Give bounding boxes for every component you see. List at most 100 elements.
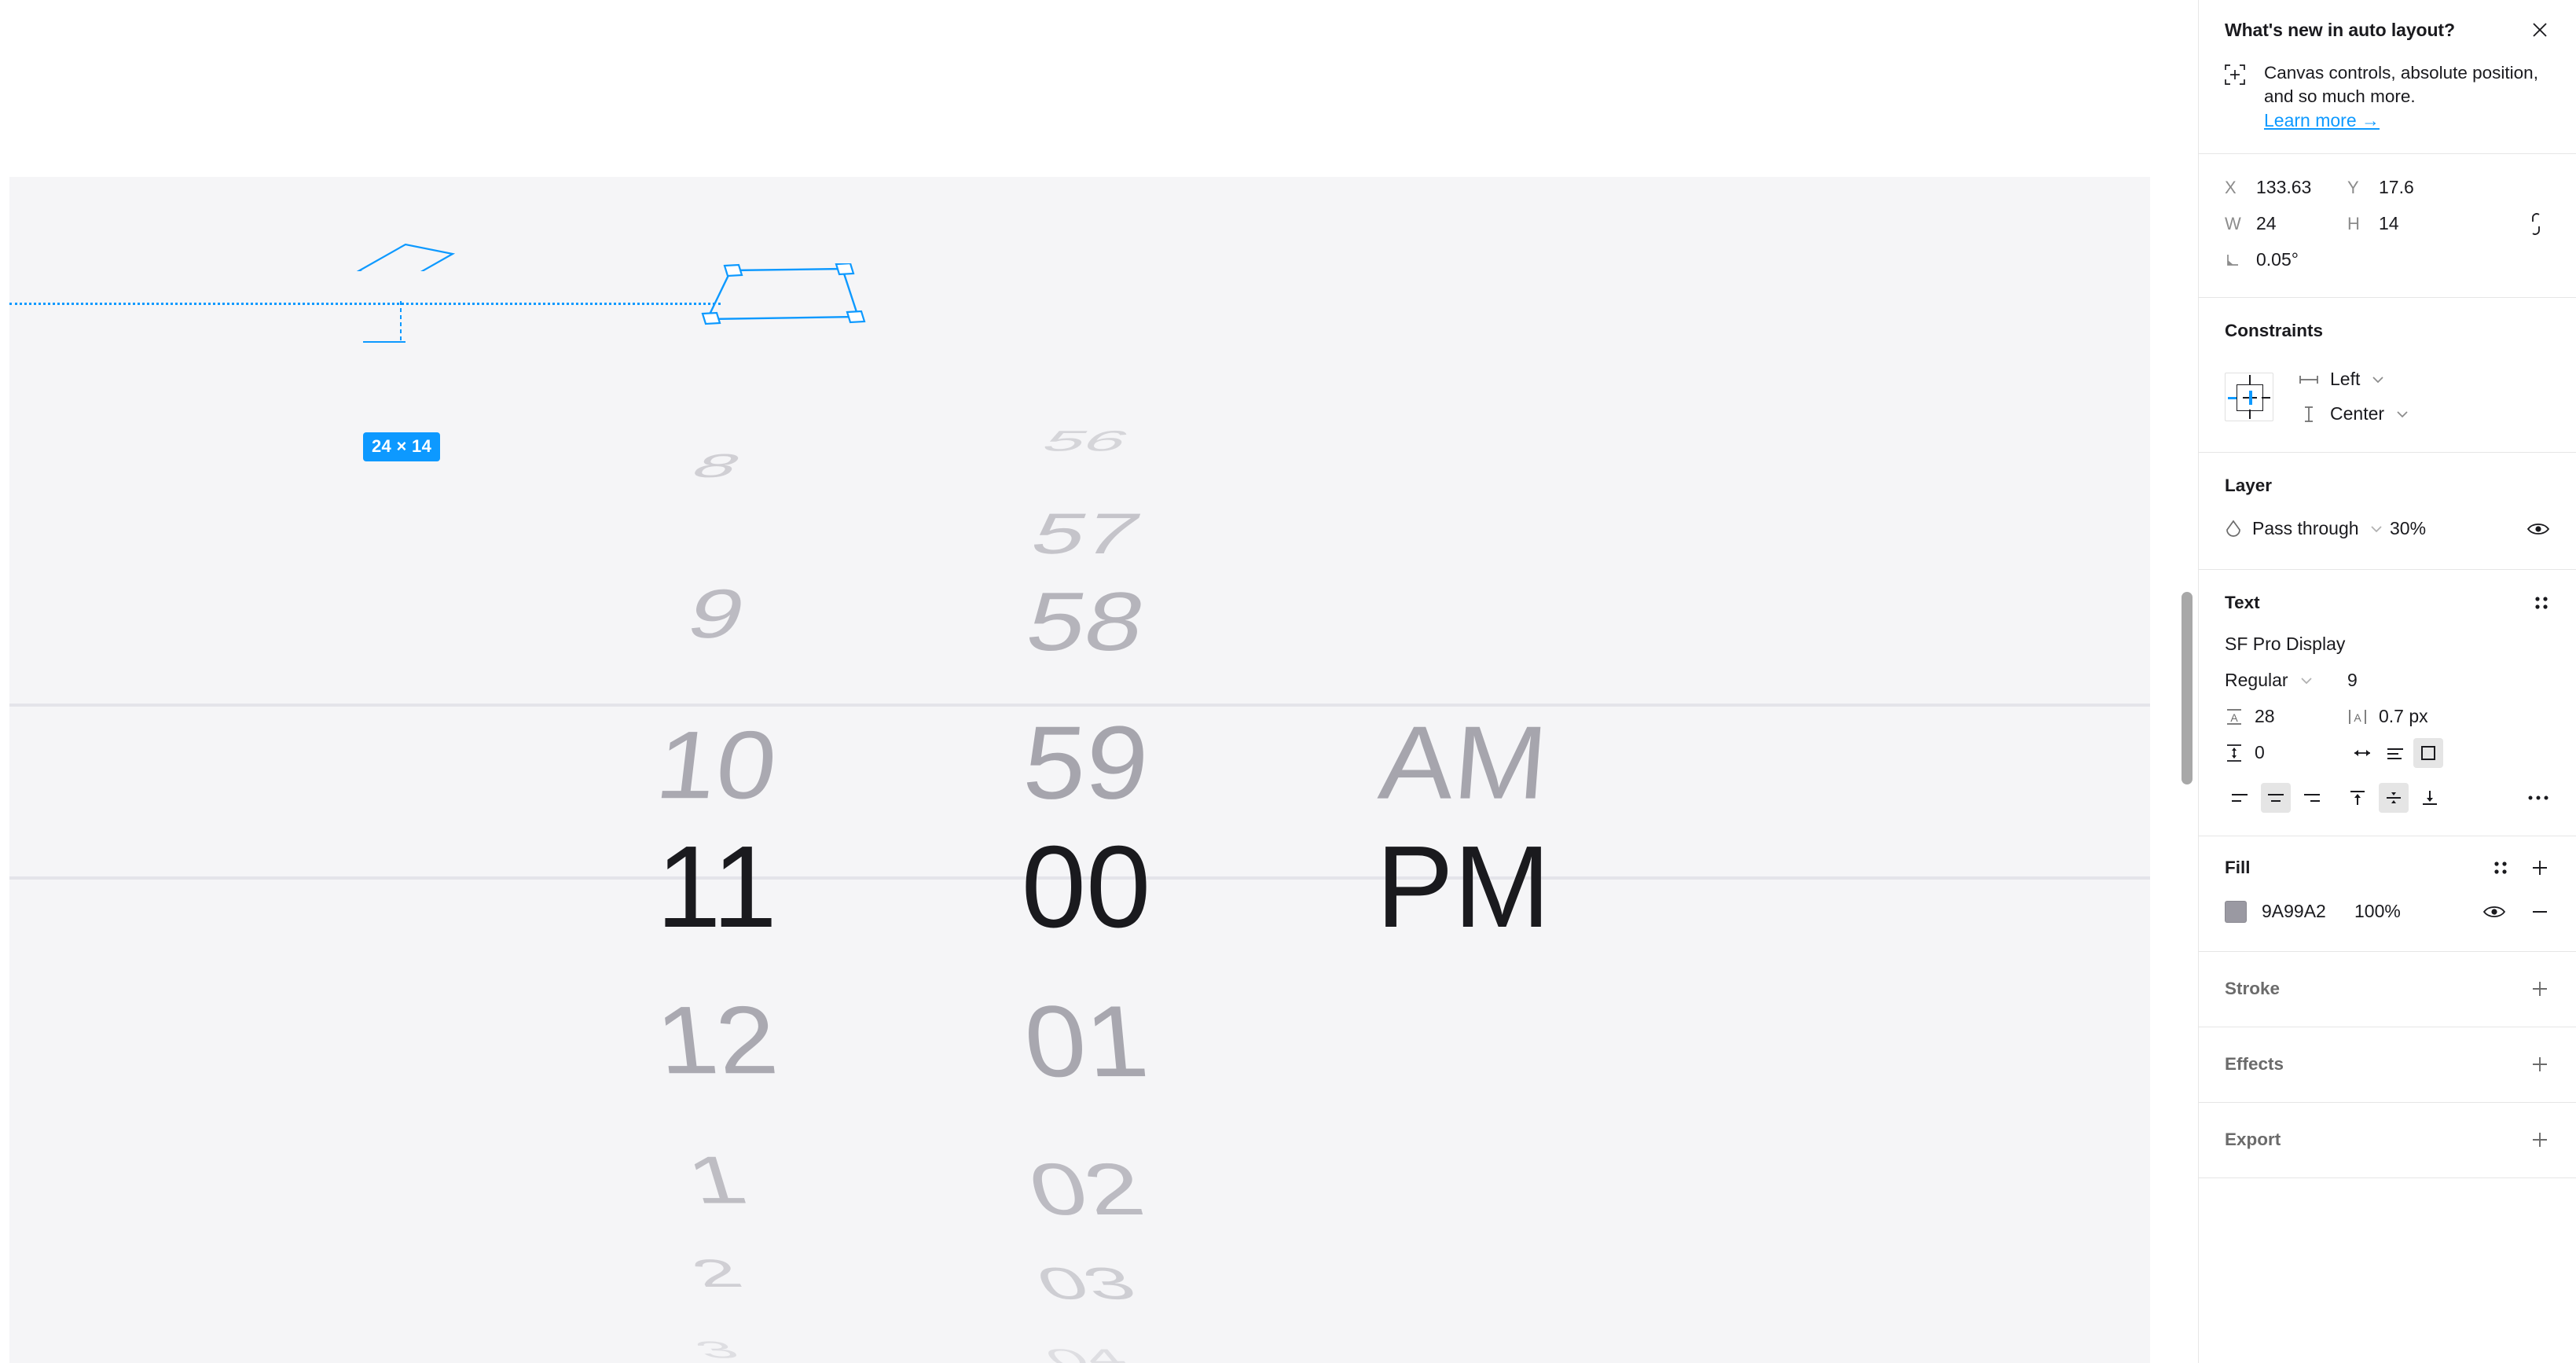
- fill-opacity-value[interactable]: 100%: [2354, 901, 2449, 922]
- minute-option[interactable]: 04: [871, 1344, 1301, 1363]
- rotation-field[interactable]: 0.05°: [2225, 249, 2347, 270]
- minute-option[interactable]: 02: [872, 1148, 1300, 1229]
- paragraph-spacing-field[interactable]: 0: [2225, 742, 2347, 763]
- text-settings-icon[interactable]: [2533, 594, 2550, 612]
- period-option[interactable]: AM: [1255, 705, 1671, 821]
- minute-option[interactable]: 01: [877, 984, 1295, 1097]
- minute-option[interactable]: 57: [871, 501, 1301, 566]
- plus-icon[interactable]: [2530, 1130, 2550, 1150]
- hour-picker-column[interactable]: 8 9 10 11 12 1 2 3: [512, 177, 921, 1363]
- vertical-constraint-icon: [2299, 405, 2319, 424]
- design-canvas[interactable]: 8 9 10 11 12 1 2 3 56 57 58 59 00 01 02 03 04 AM PM 24 ×…: [9, 177, 2150, 1363]
- align-middle-button[interactable]: [2379, 782, 2409, 813]
- align-bottom-button[interactable]: [2415, 783, 2445, 813]
- minute-option[interactable]: 00: [882, 829, 1290, 946]
- font-family-dropdown[interactable]: SF Pro Display: [2225, 626, 2550, 663]
- fill-title: Fill: [2225, 857, 2251, 877]
- hour-option[interactable]: 10: [507, 711, 927, 819]
- learn-more-link[interactable]: Learn more →: [2264, 110, 2380, 131]
- hour-option[interactable]: 11: [512, 829, 921, 946]
- hour-option[interactable]: 3: [501, 1336, 931, 1363]
- x-field[interactable]: X 133.63: [2225, 177, 2347, 198]
- align-left-button[interactable]: [2225, 783, 2255, 813]
- hour-option[interactable]: 9: [502, 575, 931, 652]
- stroke-section: Stroke: [2199, 952, 2576, 1027]
- selection-size-badge: 24 × 14: [363, 432, 441, 461]
- minute-option[interactable]: 58: [874, 575, 1299, 668]
- hour-option[interactable]: 12: [507, 986, 927, 1094]
- constraints-section: Constraints Left Center: [2199, 298, 2576, 453]
- hour-option[interactable]: 1: [502, 1142, 931, 1217]
- constrain-proportions-icon[interactable]: [2526, 212, 2545, 236]
- hour-option[interactable]: 2: [502, 1251, 932, 1295]
- font-size-value[interactable]: 9: [2347, 670, 2358, 691]
- fill-styles-icon[interactable]: [2492, 859, 2509, 876]
- picker-band-bottom-divider: [9, 876, 2150, 880]
- line-height-field[interactable]: A 28: [2225, 706, 2347, 727]
- blend-mode-value: Pass through: [2252, 518, 2359, 539]
- minute-option[interactable]: 03: [871, 1258, 1301, 1309]
- layer-section: Layer Pass through 30%: [2199, 453, 2576, 570]
- paragraph-spacing-row: 0: [2225, 735, 2550, 771]
- more-options-icon[interactable]: [2526, 794, 2550, 802]
- panel-scrollbar[interactable]: [2182, 592, 2193, 784]
- hour-option[interactable]: 8: [501, 447, 932, 484]
- text-title: Text: [2225, 592, 2260, 612]
- y-value: 17.6: [2379, 177, 2414, 198]
- rotation-icon: [2225, 252, 2256, 268]
- line-height-value: 28: [2255, 706, 2275, 727]
- rotation-row: 0.05°: [2225, 242, 2550, 278]
- align-center-button[interactable]: [2261, 782, 2291, 813]
- fill-color-swatch[interactable]: [2225, 900, 2247, 923]
- constraints-grid[interactable]: [2225, 372, 2273, 421]
- x-value: 133.63: [2256, 177, 2312, 198]
- auto-width-button[interactable]: [2347, 738, 2377, 768]
- constraints-title: Constraints: [2225, 320, 2324, 340]
- svg-text:A: A: [2354, 711, 2361, 724]
- font-style-row: Regular 9: [2225, 663, 2550, 699]
- auto-height-button[interactable]: [2380, 738, 2410, 768]
- chevron-down-icon: [2371, 375, 2385, 384]
- plus-icon[interactable]: [2530, 979, 2550, 999]
- line-height-row: A 28 A 0.7 px: [2225, 699, 2550, 735]
- vertical-constraint-dropdown[interactable]: Center: [2299, 397, 2409, 432]
- font-family-value: SF Pro Display: [2225, 634, 2346, 655]
- selection-glyph-overlay: [363, 301, 405, 344]
- picker-band-top-divider: [9, 704, 2150, 707]
- minute-option[interactable]: 59: [878, 705, 1294, 821]
- constraint-tick-left[interactable]: [2228, 396, 2237, 400]
- effects-section: Effects: [2199, 1027, 2576, 1103]
- constraint-tick-top[interactable]: [2249, 374, 2251, 384]
- constraint-tick-right[interactable]: [2262, 396, 2270, 399]
- align-right-button[interactable]: [2297, 783, 2327, 813]
- letter-spacing-field[interactable]: A 0.7 px: [2347, 706, 2428, 727]
- height-field[interactable]: H 14: [2347, 213, 2470, 234]
- close-icon[interactable]: [2530, 20, 2550, 40]
- layer-title: Layer: [2225, 475, 2273, 495]
- align-top-button[interactable]: [2343, 783, 2372, 813]
- width-field[interactable]: W 24: [2225, 213, 2347, 234]
- auto-layout-icon: [2225, 64, 2245, 131]
- font-style-dropdown[interactable]: Regular: [2225, 670, 2347, 691]
- fixed-size-button[interactable]: [2413, 737, 2443, 768]
- plus-icon[interactable]: [2530, 858, 2550, 878]
- blend-mode-dropdown[interactable]: Pass through: [2225, 518, 2390, 539]
- y-field[interactable]: Y 17.6: [2347, 177, 2470, 198]
- fill-hex-value[interactable]: 9A99A2: [2262, 901, 2354, 922]
- svg-text:A: A: [2230, 711, 2238, 724]
- minute-picker-column[interactable]: 56 57 58 59 00 01 02 03 04: [882, 177, 1290, 1363]
- h-label: H: [2347, 213, 2360, 233]
- eye-icon[interactable]: [2482, 904, 2506, 920]
- period-option[interactable]: PM: [1259, 829, 1668, 946]
- layer-opacity-value[interactable]: 30%: [2390, 518, 2484, 539]
- period-picker-column[interactable]: AM PM: [1259, 177, 1668, 1363]
- size-row: W 24 H 14: [2225, 206, 2550, 242]
- eye-icon[interactable]: [2526, 521, 2550, 537]
- horizontal-constraint-dropdown[interactable]: Left: [2299, 362, 2409, 397]
- minute-option[interactable]: 56: [872, 425, 1301, 457]
- minus-icon[interactable]: [2530, 902, 2550, 922]
- blend-mode-icon: [2225, 520, 2242, 538]
- font-style-value: Regular: [2225, 670, 2288, 691]
- constraint-tick-bottom[interactable]: [2249, 409, 2251, 419]
- plus-icon[interactable]: [2530, 1054, 2550, 1075]
